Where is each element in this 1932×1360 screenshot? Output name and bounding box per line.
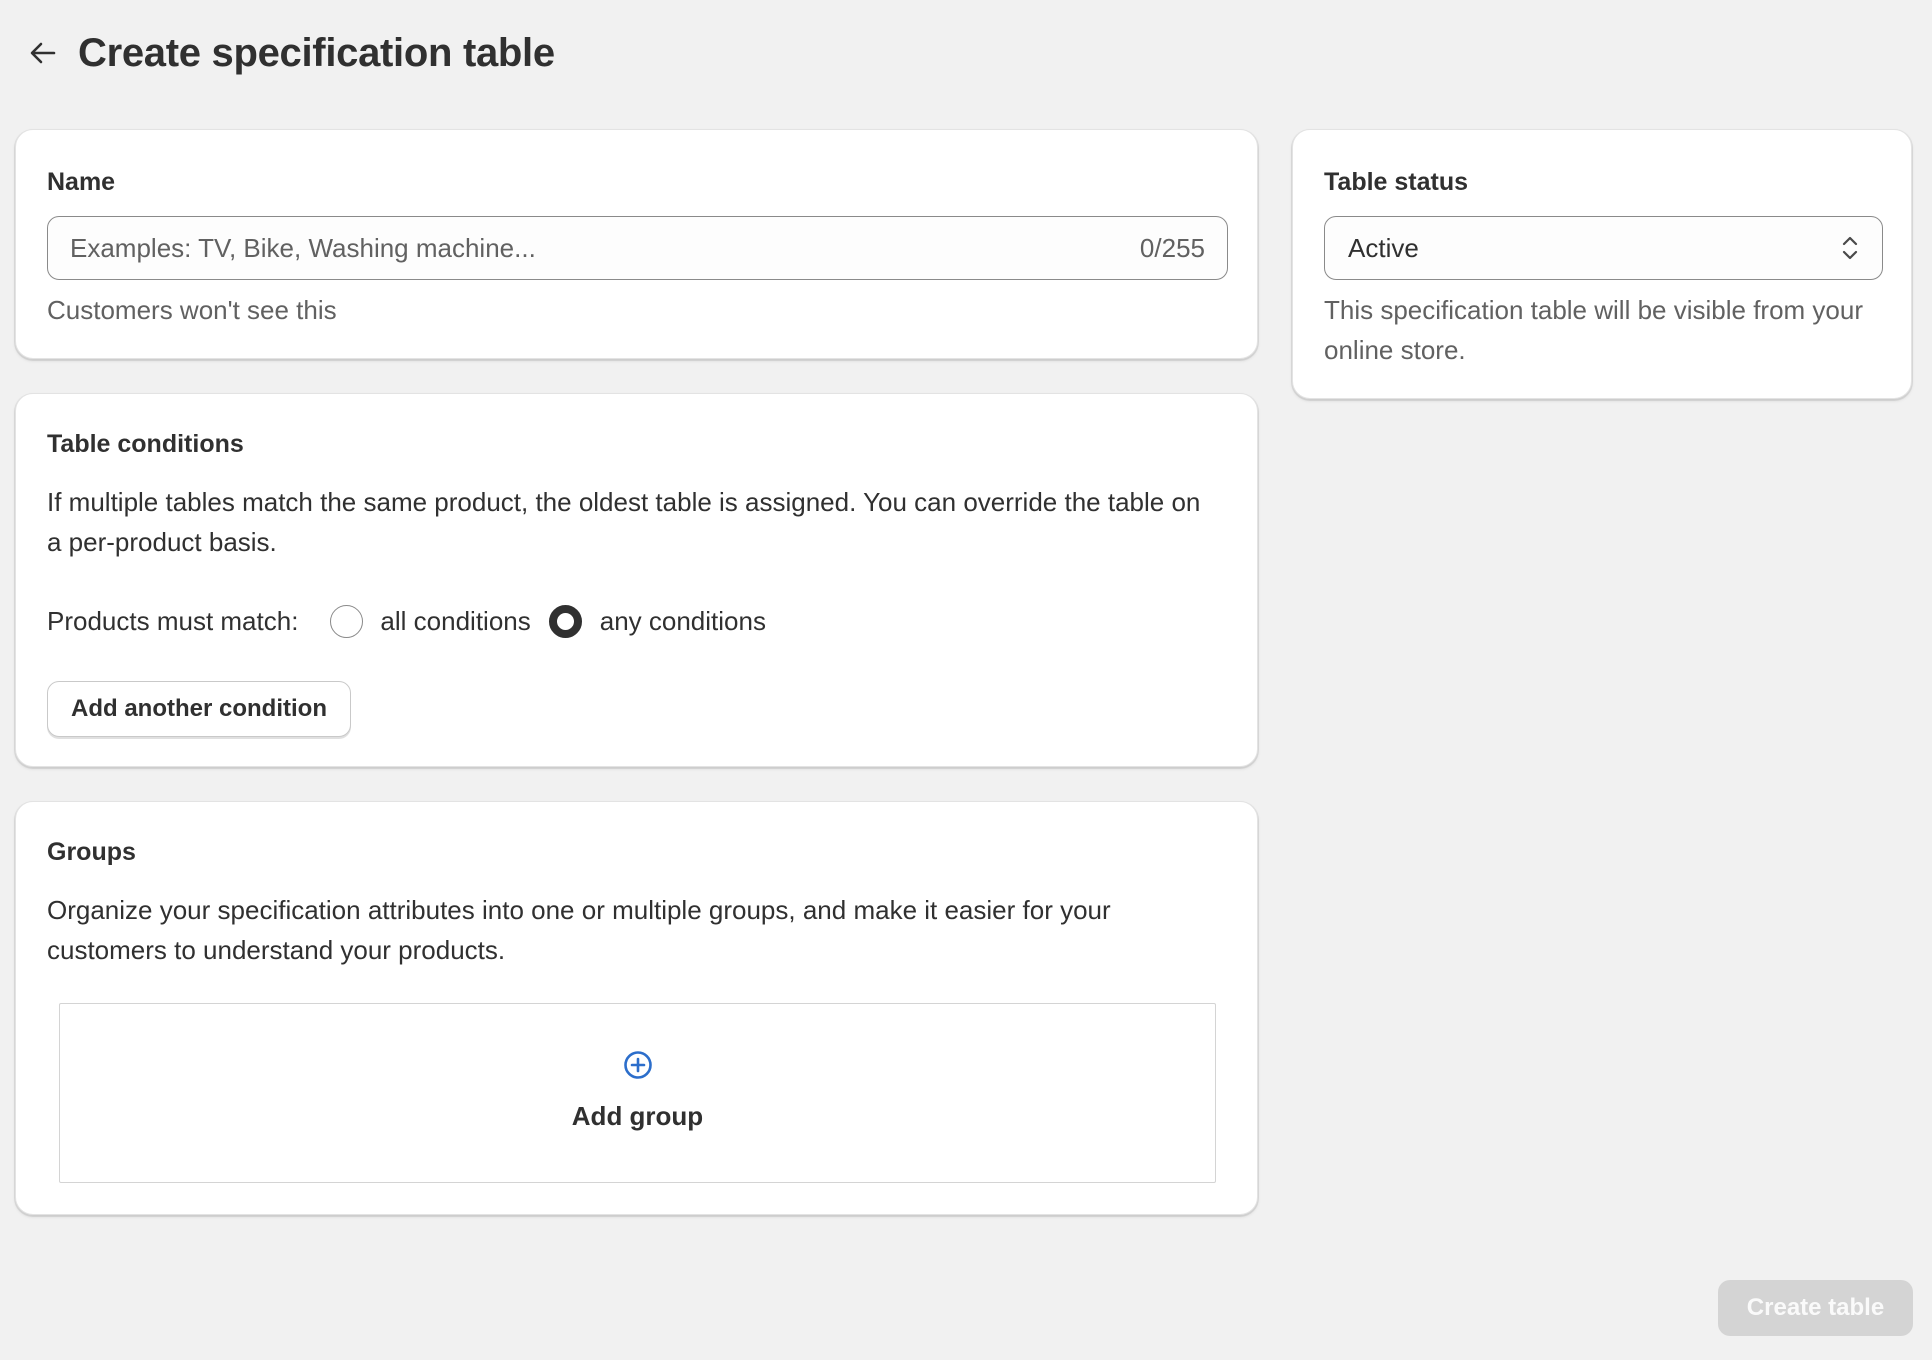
status-select-value: Active <box>1348 232 1419 263</box>
radio-any-conditions[interactable] <box>548 604 582 638</box>
status-select[interactable]: Active <box>1324 216 1883 280</box>
conditions-card: Table conditions If multiple tables matc… <box>15 393 1258 767</box>
groups-description: Organize your specification attributes i… <box>47 895 1111 965</box>
name-card-title: Name <box>47 168 116 196</box>
radio-all-conditions[interactable] <box>330 604 364 638</box>
add-group-label: Add group <box>571 1101 704 1131</box>
char-counter: 0/255 <box>1139 232 1205 263</box>
conditions-description: If multiple tables match the same produc… <box>47 487 1201 557</box>
page-header: Create specification table <box>26 28 555 78</box>
back-button[interactable] <box>26 36 60 70</box>
add-condition-button[interactable]: Add another condition <box>47 681 351 737</box>
create-table-button[interactable]: Create table <box>1718 1280 1913 1336</box>
select-chevrons-icon <box>1842 236 1858 260</box>
status-card-title: Table status <box>1324 168 1469 196</box>
match-radio-group: Products must match: all conditions any … <box>47 601 766 641</box>
status-card: Table status Active This specification t… <box>1292 129 1912 399</box>
conditions-card-title: Table conditions <box>47 430 244 458</box>
plus-circle-icon <box>623 1051 652 1079</box>
page-title: Create specification table <box>78 30 555 75</box>
page: Create specification table Name 0/255 Cu… <box>0 0 1932 1360</box>
radio-any-conditions-label[interactable]: any conditions <box>600 606 766 637</box>
radio-all-conditions-label[interactable]: all conditions <box>380 606 530 637</box>
status-help-text: This specification table will be visible… <box>1324 295 1863 365</box>
name-help-text: Customers won't see this <box>47 295 337 325</box>
name-card: Name 0/255 Customers won't see this <box>15 129 1258 359</box>
match-label: Products must match: <box>47 605 299 636</box>
arrow-left-icon <box>30 42 56 64</box>
groups-card: Groups Organize your specification attri… <box>15 801 1258 1215</box>
name-input[interactable] <box>70 232 1140 264</box>
add-group-button[interactable]: Add group <box>59 1003 1216 1183</box>
name-field[interactable]: 0/255 <box>47 216 1228 280</box>
groups-card-title: Groups <box>47 838 136 866</box>
